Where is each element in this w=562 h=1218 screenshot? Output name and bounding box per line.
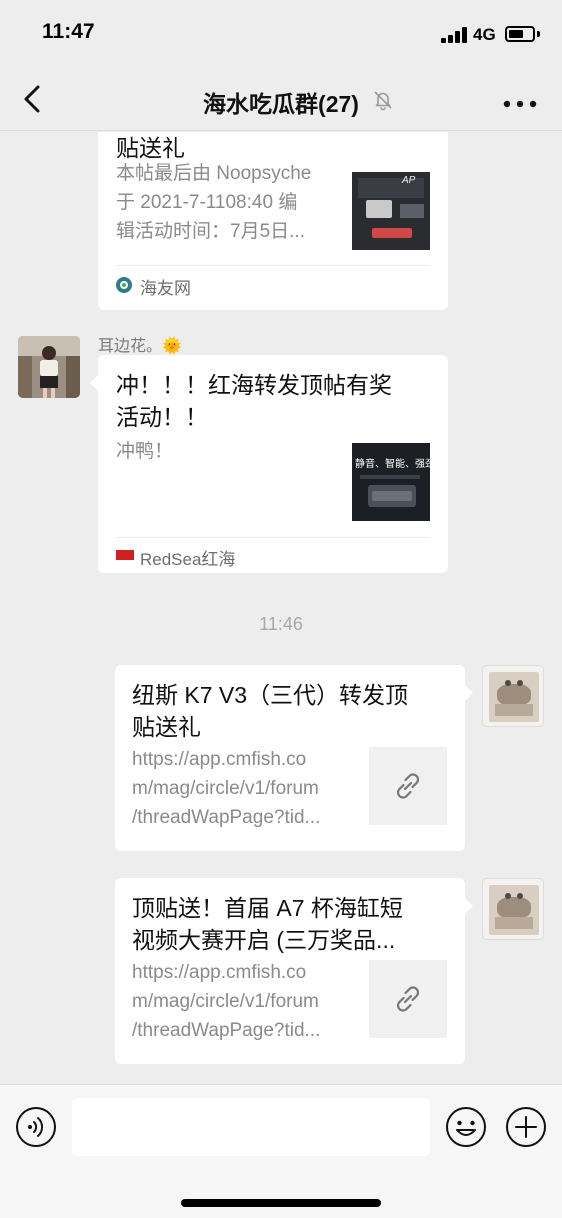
- bell-off-icon: [374, 91, 392, 111]
- message-input[interactable]: [72, 1098, 430, 1156]
- card-title-line: 纽斯 K7 V3（三代）转发顶: [132, 682, 409, 708]
- link-thumbnail: [369, 960, 447, 1038]
- timestamp: 11:46: [259, 614, 303, 634]
- haiyou-logo-icon: [116, 277, 132, 293]
- card-thumbnail: AP: [352, 172, 430, 250]
- link-icon: [396, 773, 420, 799]
- card-desc-line: m/mag/circle/v1/forum: [132, 778, 319, 799]
- voice-button[interactable]: [15, 1106, 57, 1148]
- card-desc-line: 本帖最后由 Noopsyche: [116, 163, 312, 184]
- link-card-k7[interactable]: 纽斯 K7 V3（三代）转发顶 贴送礼 https://app.cmfish.c…: [115, 665, 465, 851]
- card-title-line: 视频大赛开启 (三万奖品...: [132, 927, 396, 953]
- redsea-logo-icon: [116, 550, 134, 560]
- card-desc-line: 于 2021-7-1108:40 编: [116, 192, 298, 213]
- card-source: 海友网: [140, 279, 191, 298]
- avatar[interactable]: [18, 336, 80, 398]
- more-dots-icon: [503, 100, 537, 108]
- card-title-line: 冲！！！红海转发顶帖有奖: [116, 372, 392, 398]
- emoji-button[interactable]: [445, 1106, 487, 1148]
- battery-tip: [537, 31, 540, 37]
- link-card-haiyou[interactable]: 贴送礼 本帖最后由 Noopsyche 于 2021-7-1108:40 编 辑…: [98, 132, 448, 310]
- chat-title: 海水吃瓜群(27): [203, 91, 359, 117]
- card-source: RedSea红海: [140, 550, 236, 569]
- card-title-line: 活动！！: [116, 404, 208, 430]
- card-desc-line: 辑活动时间：7月5日...: [116, 221, 305, 242]
- link-icon: [396, 986, 420, 1012]
- emoji-icon: [446, 1107, 486, 1147]
- card-divider: [116, 537, 430, 538]
- link-thumbnail: [369, 747, 447, 825]
- home-indicator: [181, 1199, 381, 1207]
- card-title-line: 顶贴送！首届 A7 杯海缸短: [132, 895, 403, 921]
- input-bar: [0, 1084, 562, 1218]
- card-thumbnail: 静音、智能、强劲: [352, 443, 430, 521]
- my-avatar[interactable]: [482, 665, 544, 727]
- network-label: 4G: [473, 25, 496, 44]
- my-avatar[interactable]: [482, 878, 544, 940]
- sender-name: 耳边花。🌞: [98, 338, 182, 355]
- card-desc-line: /threadWapPage?tid...: [132, 1020, 321, 1041]
- chat-area[interactable]: 贴送礼 本帖最后由 Noopsyche 于 2021-7-1108:40 编 辑…: [0, 132, 562, 1084]
- card-desc-line: https://app.cmfish.co: [132, 962, 307, 983]
- plus-button[interactable]: [505, 1106, 547, 1148]
- card-desc-line: /threadWapPage?tid...: [132, 807, 321, 828]
- link-card-redsea[interactable]: 冲！！！红海转发顶帖有奖 活动！！ 冲鸭！ 静音、智能、强劲 RedSea红海: [98, 355, 448, 573]
- battery-icon: [505, 26, 535, 42]
- card-desc-line: https://app.cmfish.co: [132, 749, 307, 770]
- card-desc-line: m/mag/circle/v1/forum: [132, 991, 319, 1012]
- voice-icon: [16, 1107, 56, 1147]
- bubble-tail: [465, 898, 473, 914]
- more-button[interactable]: [502, 96, 538, 108]
- thumb-text: AP: [402, 175, 416, 186]
- plus-icon: [506, 1107, 546, 1147]
- thumb-text: 静音、智能、强劲: [355, 459, 430, 470]
- card-divider: [116, 265, 430, 266]
- signal-icon: [441, 27, 467, 43]
- card-desc: 冲鸭！: [116, 441, 174, 462]
- link-card-a7[interactable]: 顶贴送！首届 A7 杯海缸短 视频大赛开启 (三万奖品... https://a…: [115, 878, 465, 1064]
- bubble-tail: [90, 375, 98, 391]
- card-title-line: 贴送礼: [132, 714, 201, 740]
- status-bar: 11:47 4G: [0, 0, 562, 68]
- nav-bar: 海水吃瓜群(27): [0, 68, 562, 131]
- bubble-tail: [465, 685, 473, 701]
- status-time: 11:47: [42, 20, 95, 43]
